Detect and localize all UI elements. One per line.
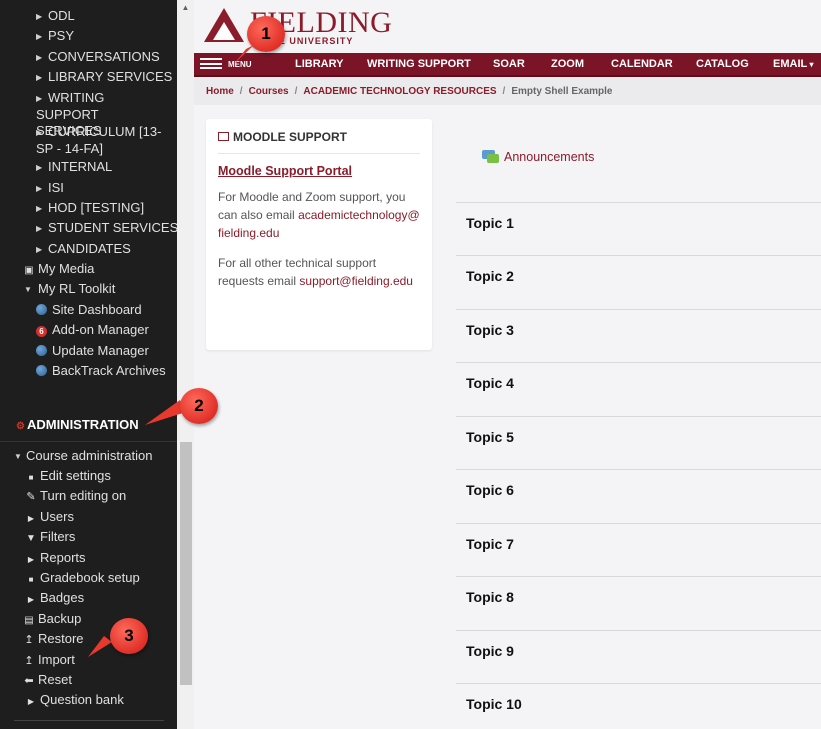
callout-badge-2: 2 (180, 388, 218, 424)
callout-1-arrow (234, 45, 254, 64)
callout-3-arrow (88, 636, 112, 657)
callout-badge-3: 3 (110, 618, 148, 654)
callout-badge-1: 1 (247, 16, 285, 52)
